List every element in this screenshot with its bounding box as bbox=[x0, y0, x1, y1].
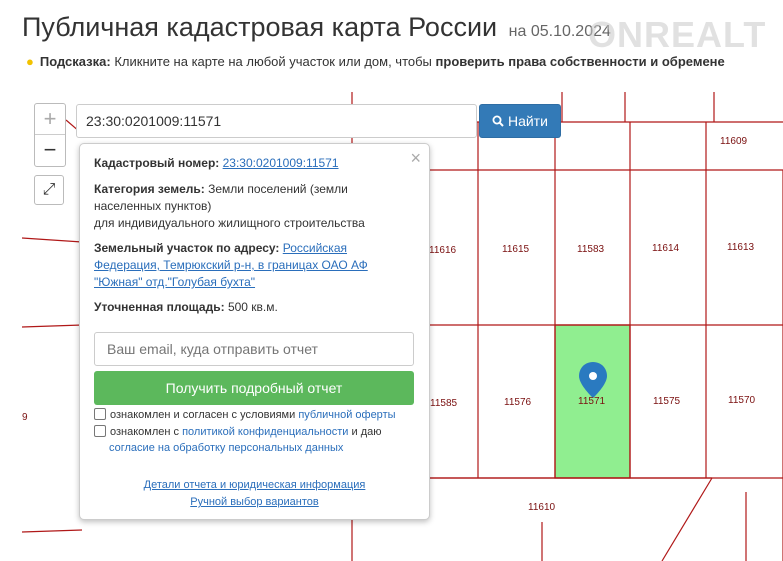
parcel-label[interactable]: 11610 bbox=[528, 502, 555, 513]
zoom-control: + − bbox=[34, 103, 66, 167]
category-row: Категория земель: Земли поселений (земли… bbox=[94, 181, 414, 232]
zoom-out-button[interactable]: − bbox=[35, 135, 65, 165]
parcel-label-selected[interactable]: 11571 bbox=[578, 396, 605, 407]
personal-data-consent-link[interactable]: согласие на обработку персональных данны… bbox=[109, 442, 343, 454]
offer-checkbox[interactable] bbox=[94, 408, 106, 420]
cadastral-search-input[interactable] bbox=[76, 104, 477, 138]
get-report-button[interactable]: Получить подробный отчет bbox=[94, 371, 414, 405]
fullscreen-icon[interactable]: ⤢ bbox=[34, 175, 64, 205]
watermark-logo: ONREALT bbox=[588, 14, 767, 55]
hint-bar: ● Подсказка: Кликните на карте на любой у… bbox=[26, 54, 725, 69]
parcel-label[interactable]: 11570 bbox=[728, 395, 755, 406]
address-row: Земельный участок по адресу: Российская … bbox=[94, 240, 414, 291]
area-row: Уточненная площадь: 500 кв.м. bbox=[94, 299, 414, 316]
search-button[interactable]: Найти bbox=[479, 104, 561, 138]
parcel-label[interactable]: 11585 bbox=[430, 398, 457, 409]
category-value-line2: населенных пунктов) bbox=[94, 199, 212, 213]
lightbulb-icon: ● bbox=[26, 54, 34, 69]
area-label: Уточненная площадь: bbox=[94, 300, 225, 314]
public-offer-link[interactable]: публичной оферты bbox=[298, 409, 395, 421]
address-link-line2[interactable]: Федерация, Темрюкский р-н, в границах ОА… bbox=[94, 258, 368, 272]
cadastral-label: Кадастровый номер: bbox=[94, 156, 220, 170]
hint-bold-text: проверить права собственности и обремене bbox=[435, 54, 725, 69]
manual-link-row: Ручной выбор вариантов bbox=[80, 496, 429, 508]
parcel-label[interactable]: 11615 bbox=[502, 244, 529, 255]
search-button-label: Найти bbox=[507, 113, 548, 129]
title-text: Публичная кадастровая карта России bbox=[22, 12, 498, 42]
consent-privacy-row: ознакомлен с политикой конфиденциальност… bbox=[94, 424, 424, 456]
parcel-label[interactable]: 9 bbox=[22, 412, 28, 423]
parcel-label[interactable]: 11616 bbox=[429, 245, 456, 256]
address-link-line1[interactable]: Российская bbox=[283, 241, 347, 255]
parcel-label[interactable]: 11583 bbox=[577, 244, 604, 255]
email-field[interactable] bbox=[94, 332, 414, 366]
parcel-label[interactable]: 11614 bbox=[652, 243, 679, 254]
page-title: Публичная кадастровая карта России на 05… bbox=[22, 12, 611, 43]
parcel-info-popup: × Кадастровый номер: 23:30:0201009:11571… bbox=[79, 143, 430, 520]
consent-privacy-text2: и даю bbox=[351, 426, 382, 438]
hint-text: Кликните на карте на любой участок или д… bbox=[114, 54, 432, 69]
cadastral-row: Кадастровый номер: 23:30:0201009:11571 bbox=[94, 155, 414, 172]
parcel-label[interactable]: 11613 bbox=[727, 242, 754, 253]
parcel-label[interactable]: 11575 bbox=[653, 396, 680, 407]
consent-offer-text: ознакомлен и согласен с условиями bbox=[110, 409, 296, 421]
category-value-line3: для индивидуального жилищного строительс… bbox=[94, 216, 365, 230]
parcel-label[interactable]: 11576 bbox=[504, 397, 531, 408]
privacy-checkbox[interactable] bbox=[94, 425, 106, 437]
details-link-row: Детали отчета и юридическая информация bbox=[80, 479, 429, 491]
report-details-link[interactable]: Детали отчета и юридическая информация bbox=[144, 479, 366, 491]
area-value: 500 кв.м. bbox=[227, 300, 278, 314]
address-link-line3[interactable]: "Южная" отд."Голубая бухта" bbox=[94, 275, 255, 289]
parcel-label[interactable]: 11609 bbox=[720, 136, 747, 147]
category-label: Категория земель: bbox=[94, 182, 205, 196]
manual-selection-link[interactable]: Ручной выбор вариантов bbox=[190, 496, 318, 508]
consent-privacy-text: ознакомлен с bbox=[110, 426, 180, 438]
privacy-policy-link[interactable]: политикой конфиденциальности bbox=[182, 426, 348, 438]
zoom-in-button[interactable]: + bbox=[35, 104, 65, 135]
consent-offer-row: ознакомлен и согласен с условиями публич… bbox=[94, 407, 424, 423]
hint-label: Подсказка: bbox=[39, 54, 111, 69]
address-label: Земельный участок по адресу: bbox=[94, 241, 280, 255]
search-icon bbox=[492, 115, 504, 127]
category-value-line1: Земли поселений (земли bbox=[208, 182, 348, 196]
cadastral-number-link[interactable]: 23:30:0201009:11571 bbox=[223, 156, 339, 170]
